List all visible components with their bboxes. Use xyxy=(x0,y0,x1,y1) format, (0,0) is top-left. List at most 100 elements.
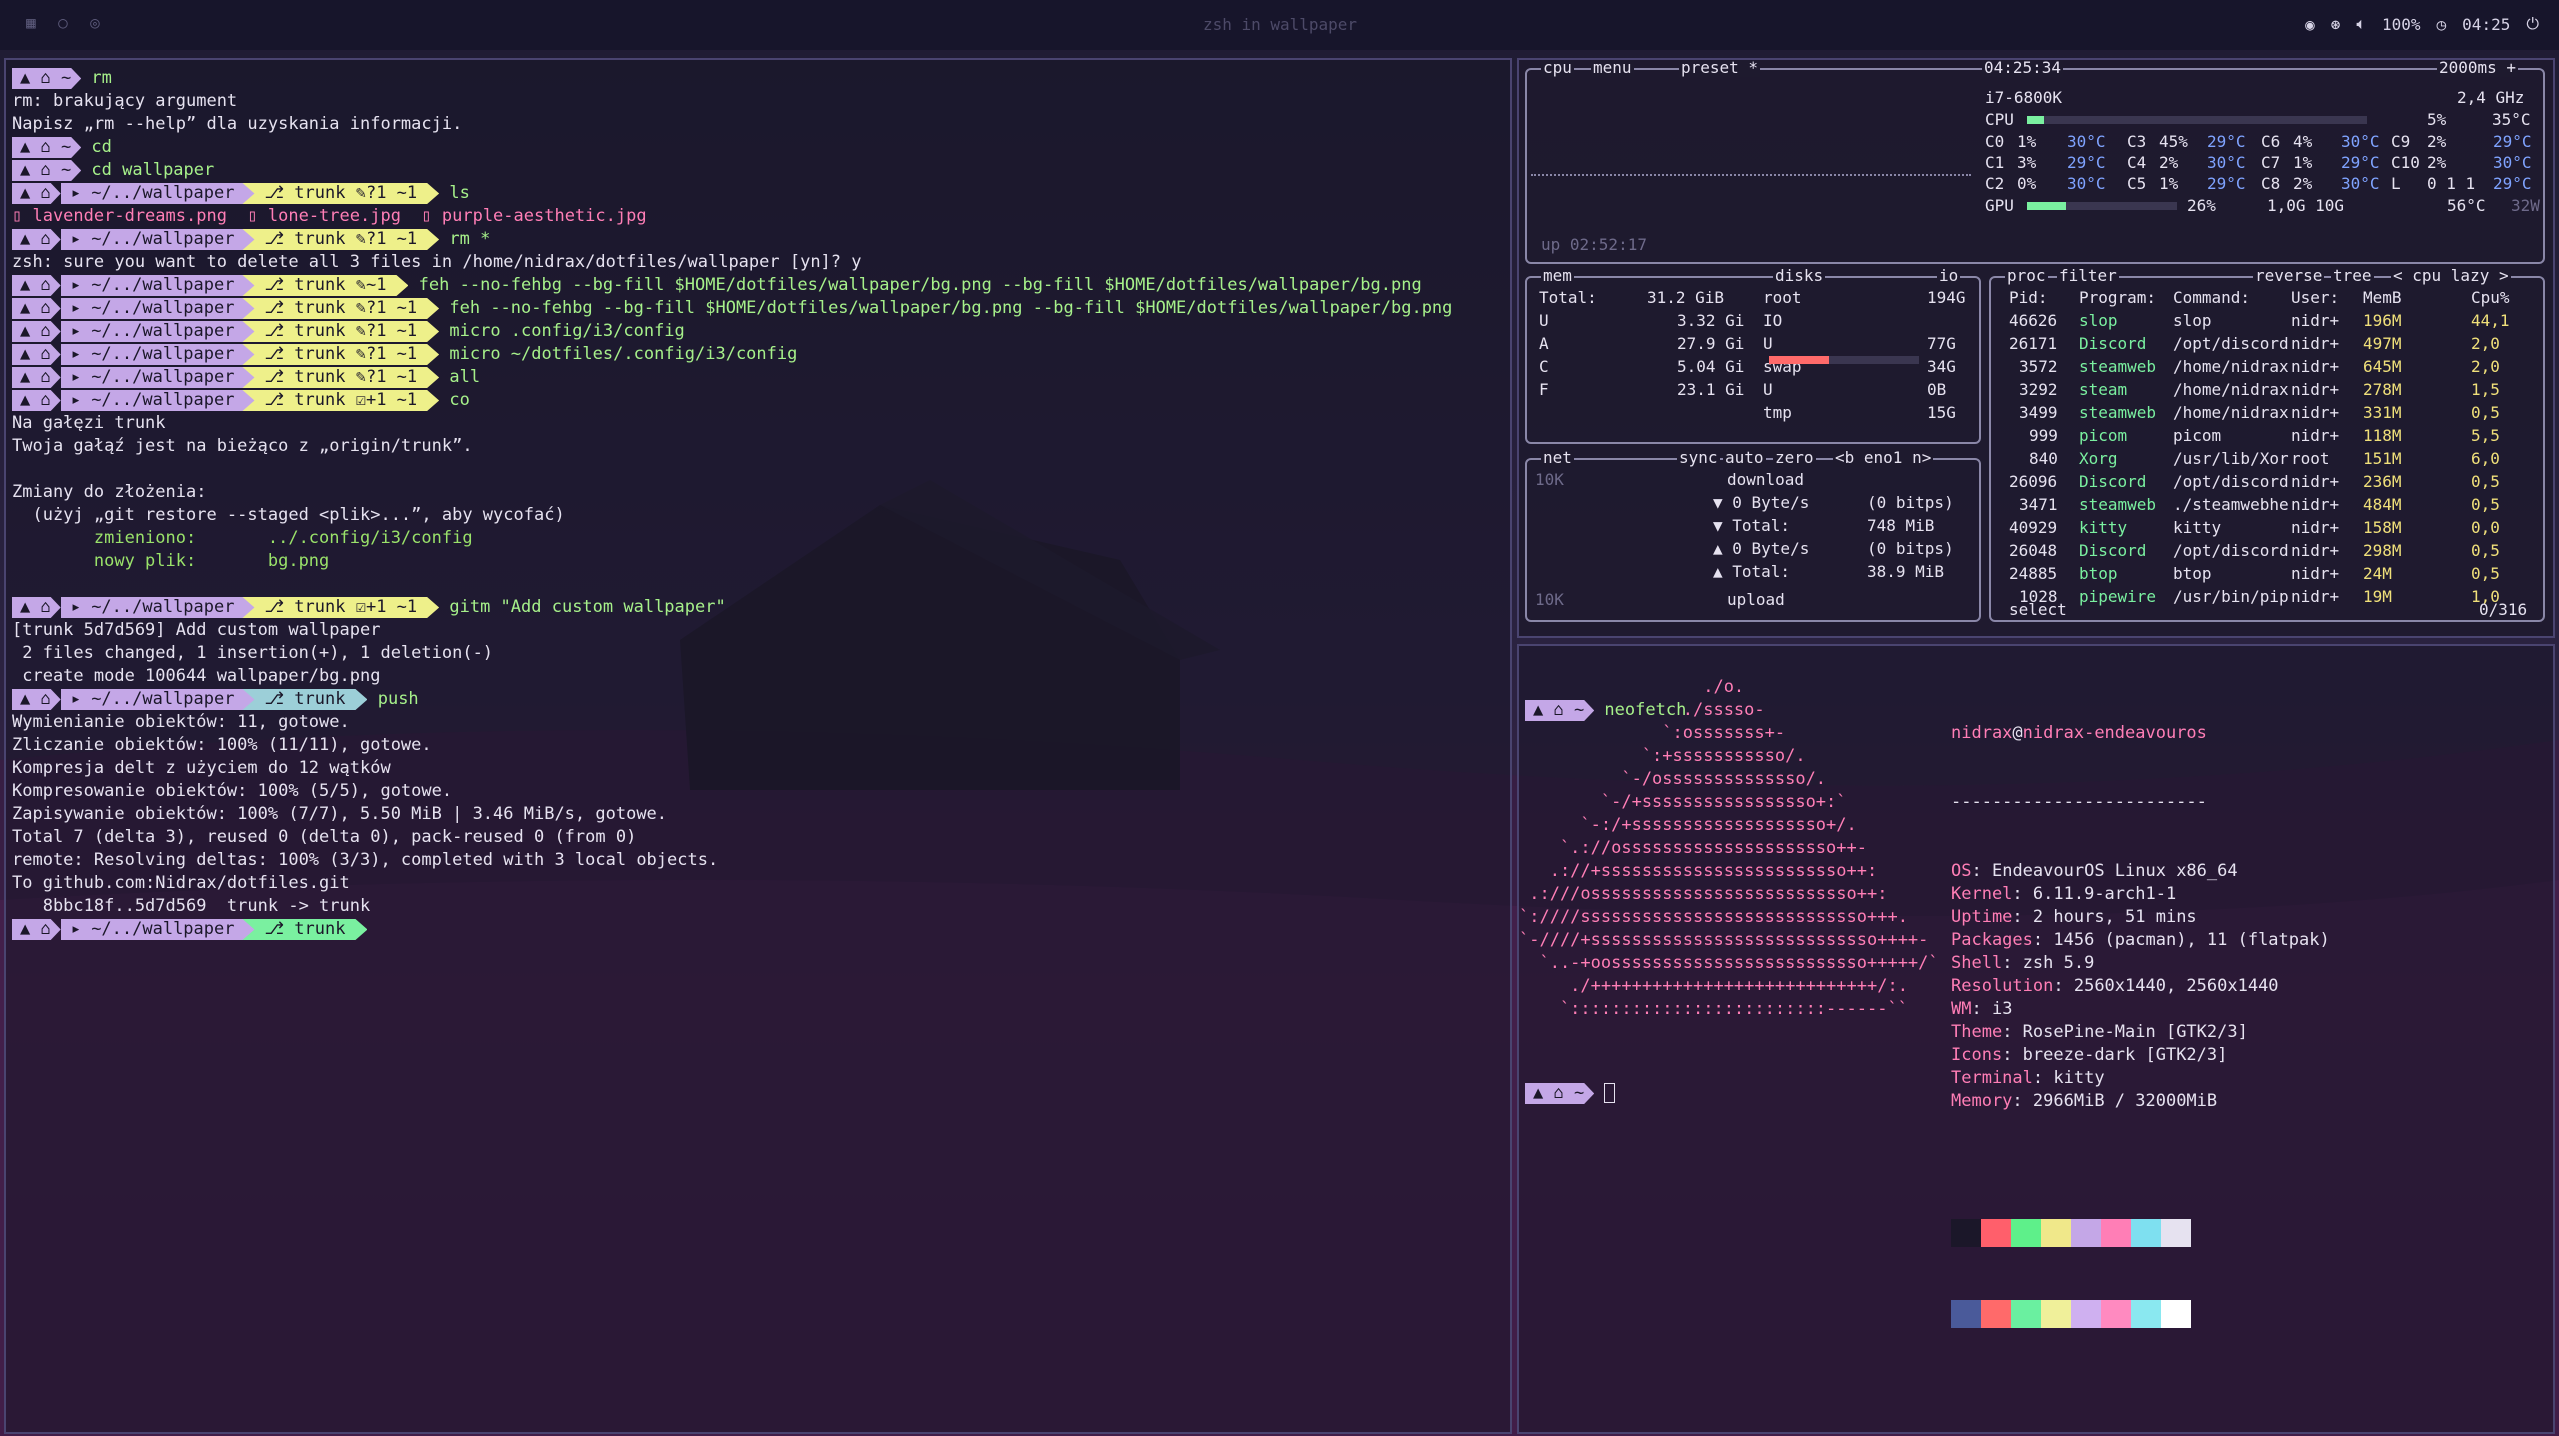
proc-cell[interactable]: kitty xyxy=(2079,518,2127,538)
proc-cell[interactable]: root xyxy=(2291,449,2330,469)
proc-cell[interactable]: nidr+ xyxy=(2291,311,2339,331)
file-entry[interactable]: ▯ lone-tree.jpg xyxy=(247,206,421,226)
proc-cell[interactable]: 484M xyxy=(2363,495,2402,515)
proc-cell[interactable]: steamweb xyxy=(2079,403,2156,423)
proc-cell[interactable]: /usr/bin/pip xyxy=(2173,587,2289,607)
active-prompt-line[interactable]: ▲ ⌂ ~ xyxy=(1525,1082,1616,1105)
proc-cell[interactable]: 24M xyxy=(2363,564,2392,584)
proc-cell[interactable]: 278M xyxy=(2363,380,2402,400)
proc-cell[interactable]: 118M xyxy=(2363,426,2402,446)
proc-cell[interactable]: 26048 xyxy=(2009,541,2057,561)
proc-header[interactable]: MemB xyxy=(2363,288,2402,308)
proc-cell[interactable]: ./steamwebhe xyxy=(2173,495,2289,515)
proc-cell[interactable]: 298M xyxy=(2363,541,2402,561)
proc-cell[interactable]: 44,1 xyxy=(2471,311,2510,331)
volume-icon[interactable]: 🔈︎ xyxy=(2356,14,2366,34)
proc-cell[interactable]: slop xyxy=(2173,311,2212,331)
proc-header[interactable]: User: xyxy=(2291,288,2339,308)
proc-cell[interactable]: /home/nidrax xyxy=(2173,403,2289,423)
proc-cell[interactable]: pipewire xyxy=(2079,587,2156,607)
proc-tab-sort[interactable]: < cpu lazy > xyxy=(2391,266,2511,285)
proc-cell[interactable]: Discord xyxy=(2079,541,2146,561)
btop-window[interactable]: cpu menu preset * 04:25:34 2000ms + up 0… xyxy=(1517,58,2555,638)
proc-cell[interactable]: nidr+ xyxy=(2291,426,2339,446)
proc-cell[interactable]: nidr+ xyxy=(2291,587,2339,607)
proc-cell[interactable]: 19M xyxy=(2363,587,2392,607)
proc-cell[interactable]: /opt/discord xyxy=(2173,472,2289,492)
workspace-1-icon[interactable]: ▦ xyxy=(22,14,40,32)
proc-cell[interactable]: 3572 xyxy=(2019,357,2058,377)
file-entry[interactable]: ▯ lavender-dreams.png xyxy=(12,206,247,226)
clock[interactable]: 04:25 xyxy=(2462,15,2510,34)
proc-cell[interactable]: kitty xyxy=(2173,518,2221,538)
proc-cell[interactable]: 999 xyxy=(2029,426,2058,446)
proc-cell[interactable]: 151M xyxy=(2363,449,2402,469)
workspace-2-icon[interactable]: ○ xyxy=(54,14,72,32)
proc-cell[interactable]: 24885 xyxy=(2009,564,2057,584)
proc-cell[interactable]: picom xyxy=(2079,426,2127,446)
proc-cell[interactable]: /opt/discord xyxy=(2173,541,2289,561)
proc-header[interactable]: Command: xyxy=(2173,288,2250,308)
steam-icon[interactable]: ⊛ xyxy=(2331,15,2341,34)
proc-cell[interactable]: 3471 xyxy=(2019,495,2058,515)
proc-cell[interactable]: nidr+ xyxy=(2291,380,2339,400)
proc-header[interactable]: Program: xyxy=(2079,288,2156,308)
proc-cell[interactable]: 497M xyxy=(2363,334,2402,354)
power-icon[interactable]: ⏻ xyxy=(2526,14,2539,34)
cpu-tab-preset[interactable]: preset * xyxy=(1679,60,1761,77)
proc-cell[interactable]: nidr+ xyxy=(2291,564,2339,584)
proc-cell[interactable]: nidr+ xyxy=(2291,334,2339,354)
proc-cell[interactable]: btop xyxy=(2079,564,2118,584)
proc-cell[interactable]: steamweb xyxy=(2079,495,2156,515)
proc-cell[interactable]: Discord xyxy=(2079,334,2146,354)
proc-cell[interactable]: nidr+ xyxy=(2291,357,2339,377)
proc-cell[interactable]: 2,0 xyxy=(2471,357,2500,377)
proc-cell[interactable]: 3292 xyxy=(2019,380,2058,400)
net-tab-sync[interactable]: sync xyxy=(1677,448,1720,467)
proc-cell[interactable]: nidr+ xyxy=(2291,472,2339,492)
proc-cell[interactable]: picom xyxy=(2173,426,2221,446)
proc-cell[interactable]: Xorg xyxy=(2079,449,2118,469)
discord-icon[interactable]: ◉ xyxy=(2305,15,2315,34)
net-tab-auto[interactable]: auto xyxy=(1723,448,1766,467)
proc-cell[interactable]: 6,0 xyxy=(2471,449,2500,469)
workspace-3-icon[interactable]: ◎ xyxy=(86,14,104,32)
proc-cell[interactable]: nidr+ xyxy=(2291,541,2339,561)
proc-cell[interactable]: 0,5 xyxy=(2471,541,2500,561)
proc-cell[interactable]: /usr/lib/Xor xyxy=(2173,449,2289,469)
proc-cell[interactable]: nidr+ xyxy=(2291,403,2339,423)
cpu-tab-menu[interactable]: menu xyxy=(1591,60,1634,77)
net-tab-interface[interactable]: <b eno1 n> xyxy=(1833,448,1934,467)
proc-cell[interactable]: nidr+ xyxy=(2291,518,2339,538)
proc-cell[interactable]: 0,5 xyxy=(2471,495,2500,515)
proc-cell[interactable]: steamweb xyxy=(2079,357,2156,377)
proc-tab-filter[interactable]: filter xyxy=(2057,266,2119,285)
proc-cell[interactable]: slop xyxy=(2079,311,2118,331)
file-entry[interactable]: ▯ purple-aesthetic.jpg xyxy=(421,206,667,226)
proc-cell[interactable]: 5,5 xyxy=(2471,426,2500,446)
proc-cell[interactable]: 2,0 xyxy=(2471,334,2500,354)
proc-cell[interactable]: 26171 xyxy=(2009,334,2057,354)
proc-cell[interactable]: 0,5 xyxy=(2471,403,2500,423)
proc-cell[interactable]: 3499 xyxy=(2019,403,2058,423)
volume-level[interactable]: 100% xyxy=(2382,15,2421,34)
btop-interval[interactable]: 2000ms + xyxy=(2437,60,2519,77)
proc-tab-reverse[interactable]: reverse xyxy=(2253,266,2325,285)
proc-cell[interactable]: Discord xyxy=(2079,472,2146,492)
proc-cell[interactable]: 645M xyxy=(2363,357,2402,377)
proc-cell[interactable]: 236M xyxy=(2363,472,2402,492)
terminal-left[interactable]: ▲ ⌂ ~ rm rm: brakujący argument Napisz „rm… xyxy=(4,58,1512,1434)
net-tab-zero[interactable]: zero xyxy=(1773,448,1816,467)
proc-cell[interactable]: /opt/discord xyxy=(2173,334,2289,354)
proc-cell[interactable]: 0,5 xyxy=(2471,564,2500,584)
proc-cell[interactable]: 26096 xyxy=(2009,472,2057,492)
proc-header[interactable]: Pid: xyxy=(2009,288,2048,308)
proc-tab-tree[interactable]: tree xyxy=(2331,266,2374,285)
proc-cell[interactable]: /home/nidrax xyxy=(2173,380,2289,400)
proc-select[interactable]: select xyxy=(2009,600,2067,620)
proc-cell[interactable]: 0,0 xyxy=(2471,518,2500,538)
proc-cell[interactable]: 840 xyxy=(2029,449,2058,469)
proc-header[interactable]: Cpu% xyxy=(2471,288,2510,308)
cpu-tab-cpu[interactable]: cpu xyxy=(1541,60,1574,77)
terminal-right[interactable]: ▲ ⌂ ~ neofetch ./o. ./sssso- `:osssssss+… xyxy=(1517,644,2555,1434)
